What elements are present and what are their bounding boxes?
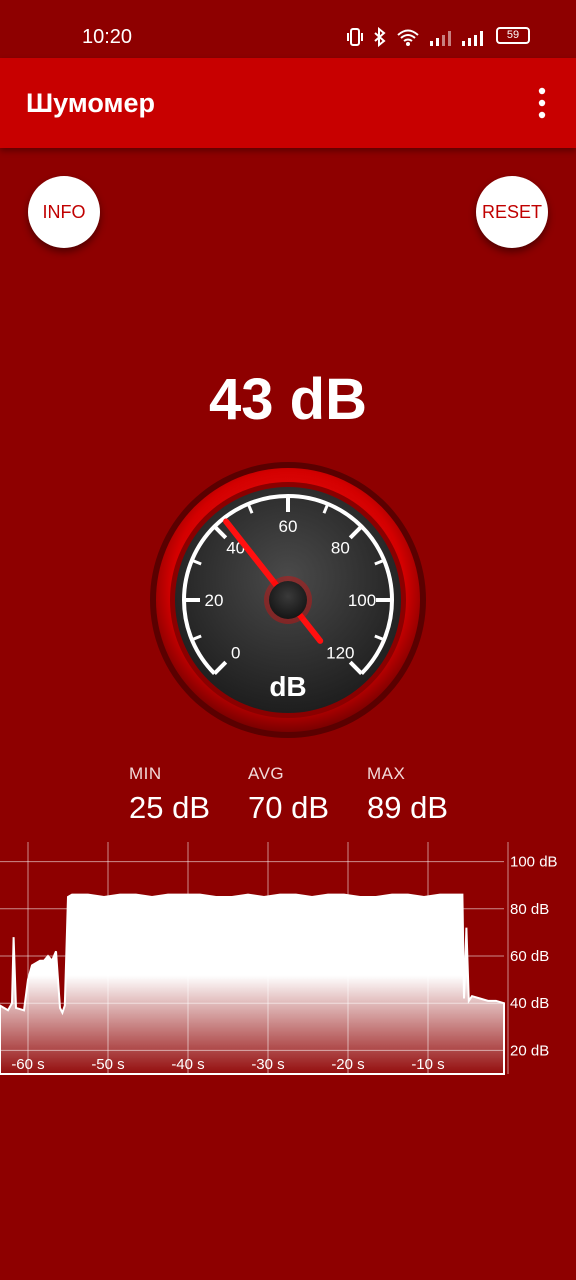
stat-avg: AVG 70 dB: [248, 764, 329, 826]
sound-gauge: 020406080100120 dB: [150, 462, 426, 738]
signal-icon-2: [462, 31, 483, 46]
status-time: 10:20: [82, 26, 133, 48]
gauge-label: 100: [348, 591, 376, 610]
graph-y-label: 80 dB: [510, 901, 549, 918]
app-bar: Шумомер: [0, 58, 576, 148]
reset-button[interactable]: RESET: [476, 176, 548, 248]
wifi-icon: [397, 29, 419, 46]
vibrate-icon: [347, 28, 363, 46]
gauge-unit: dB: [269, 671, 306, 702]
graph-y-label: 60 dB: [510, 948, 549, 965]
stat-avg-value: 70 dB: [248, 790, 330, 825]
stat-min-label: MIN: [129, 764, 162, 783]
history-graph: 100 dB 80 dB 60 dB 40 dB 20 dB -60 s -50 s -40…: [0, 842, 558, 1075]
status-bar: 10:20 59: [0, 0, 576, 58]
battery-icon: 59: [496, 27, 530, 44]
stat-min: MIN 25 dB: [129, 764, 210, 826]
gauge-label: 120: [326, 643, 354, 662]
graph-y-label: 40 dB: [510, 995, 549, 1012]
graph-x-label: -40 s: [171, 1056, 204, 1073]
stat-max: MAX 89 dB: [367, 764, 448, 826]
gauge-label: 80: [331, 539, 350, 558]
stat-max-value: 89 dB: [367, 790, 449, 825]
app-title: Шумомер: [26, 88, 156, 118]
gauge-label: 20: [205, 591, 224, 610]
gauge-label: 60: [279, 517, 298, 536]
graph-y-label: 100 dB: [510, 854, 558, 871]
graph-x-label: -30 s: [251, 1056, 284, 1073]
graph-y-label: 20 dB: [510, 1042, 549, 1059]
bluetooth-icon: [374, 27, 386, 47]
graph-area: [0, 893, 505, 1075]
graph-x-label: -60 s: [11, 1056, 44, 1073]
stat-max-label: MAX: [367, 764, 406, 783]
graph-x-label: -50 s: [91, 1056, 124, 1073]
graph-x-label: -20 s: [331, 1056, 364, 1073]
graph-y-labels: 100 dB 80 dB 60 dB 40 dB 20 dB: [510, 854, 558, 1060]
stat-avg-label: AVG: [248, 764, 285, 783]
info-button[interactable]: INFO: [28, 176, 100, 248]
current-level: 43 dB: [209, 367, 367, 432]
gauge-label: 0: [231, 643, 240, 662]
graph-x-label: -10 s: [411, 1056, 444, 1073]
status-icons: [346, 26, 484, 48]
more-vert-icon[interactable]: [530, 86, 554, 120]
gauge-hub: [269, 581, 307, 619]
signal-icon-1: [430, 31, 451, 46]
stat-min-value: 25 dB: [129, 790, 211, 825]
